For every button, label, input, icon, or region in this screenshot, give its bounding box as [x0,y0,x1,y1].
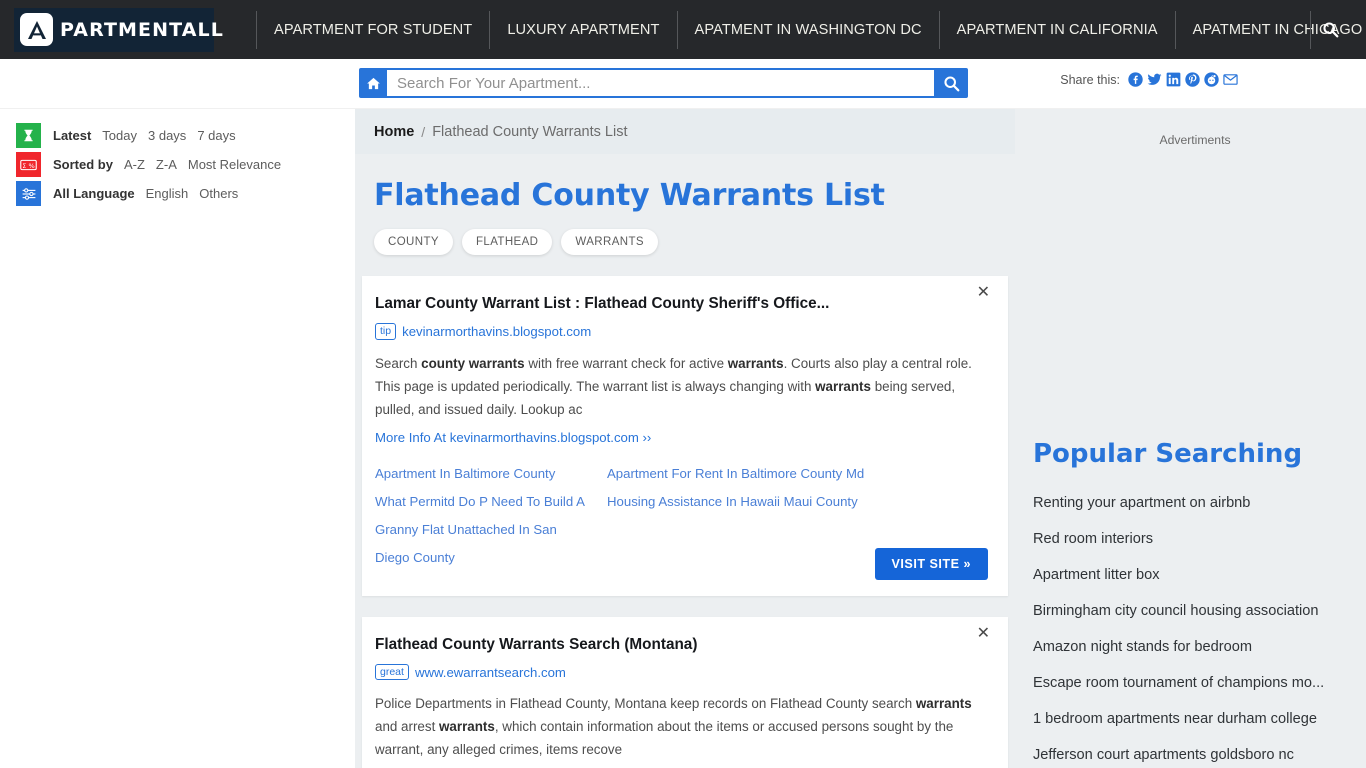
main-content-column: Home / Flathead County Warrants List Fla… [355,109,1015,768]
share-widget: Share this: [1060,72,1238,87]
filter-row-language: All Language English Others [0,179,355,208]
logo-mark-icon [20,13,53,46]
home-icon [366,77,380,89]
result-badge: tip [375,323,397,340]
popular-item[interactable]: Red room interiors [1033,521,1363,557]
filter-option-today[interactable]: Today [102,128,137,143]
popular-searching-list: Renting your apartment on airbnb Red roo… [1024,469,1366,768]
popular-item[interactable]: Renting your apartment on airbnb [1033,485,1363,521]
tag-list: COUNTY FLATHEAD WARRANTS [355,213,1015,255]
popular-item[interactable]: Birmingham city council housing associat… [1033,593,1363,629]
more-info-link[interactable]: More Info At kevinarmorthavins.blogspot.… [375,430,988,445]
tag-warrants[interactable]: WARRANTS [561,229,658,255]
filter-label-language: All Language [53,186,135,201]
result-title[interactable]: Flathead County Warrants Search (Montana… [375,635,988,654]
result-title[interactable]: Lamar County Warrant List : Flathead Cou… [375,294,988,313]
primary-nav-list: APARTMENT FOR STUDENT LUXURY APARTMENT A… [256,10,1366,49]
result-snippet: Police Departments in Flathead County, M… [375,692,988,762]
site-logo[interactable]: PARTMENTALL [14,7,223,52]
letter-a-icon [27,20,46,39]
filter-options-sorted-by: Sorted by A-Z Z-A Most Relevance [53,157,281,172]
sort-percent-icon: Σ % [16,152,41,177]
visit-site-button[interactable]: VISIT SITE » [874,547,988,580]
related-link[interactable]: Apartment For Rent In Baltimore County M… [607,460,988,488]
nav-item-washington-dc[interactable]: APATMENT IN WASHINGTON DC [676,10,939,49]
nav-item-apartment-for-student[interactable]: APARTMENT FOR STUDENT [256,10,489,49]
logo-text: PARTMENTALL [60,18,224,41]
breadcrumb-home-link[interactable]: Home [374,124,414,140]
search-input[interactable] [387,68,934,98]
facebook-icon[interactable] [1128,72,1143,87]
result-card: ✕ Flathead County Warrants Search (Monta… [362,616,1008,768]
filter-options-latest: Latest Today 3 days 7 days [53,128,236,143]
search-submit-button[interactable] [934,68,968,98]
popular-item[interactable]: Jefferson court apartments goldsboro nc [1033,737,1363,768]
result-snippet: Search county warrants with free warrant… [375,352,988,421]
filter-label-latest: Latest [53,128,92,143]
result-url-row: tip kevinarmorthavins.blogspot.com [375,323,988,340]
right-sidebar: Advertiments Popular Searching Renting y… [1015,109,1366,768]
result-url[interactable]: kevinarmorthavins.blogspot.com [402,324,591,339]
breadcrumb: Home / Flathead County Warrants List [355,109,1015,154]
svg-text:Σ: Σ [22,163,26,170]
hourglass-icon [16,123,41,148]
filter-row-sorted-by: Σ % Sorted by A-Z Z-A Most Relevance [0,150,355,179]
filter-option-3-days[interactable]: 3 days [148,128,186,143]
popular-item[interactable]: Amazon night stands for bedroom [1033,629,1363,665]
popular-searching-title: Popular Searching [1033,439,1303,469]
email-icon[interactable] [1223,72,1238,87]
filter-option-z-a[interactable]: Z-A [156,157,177,172]
share-label: Share this: [1060,72,1120,87]
filter-option-others[interactable]: Others [199,186,238,201]
filter-label-sorted-by: Sorted by [53,157,113,172]
related-link[interactable]: What Permitd Do P Need To Build A Granny… [375,488,607,572]
nav-item-luxury-apartment[interactable]: LUXURY APARTMENT [489,10,676,49]
search-icon [943,75,959,91]
pinterest-icon[interactable] [1185,72,1200,87]
result-url[interactable]: www.ewarrantsearch.com [415,665,566,680]
ad-slot [1024,147,1366,397]
tag-flathead[interactable]: FLATHEAD [461,229,553,255]
related-link[interactable]: Apartment In Baltimore County [375,460,607,488]
sliders-icon [16,181,41,206]
filter-option-most-relevance[interactable]: Most Relevance [188,157,281,172]
filter-option-a-z[interactable]: A-Z [124,157,145,172]
nav-search-toggle[interactable] [1310,10,1350,49]
page-body: Latest Today 3 days 7 days Σ % Sorted by… [0,109,1366,768]
page-title: Flathead County Warrants List [374,178,885,213]
search-icon [1323,22,1339,38]
filter-options-language: All Language English Others [53,186,238,201]
home-button[interactable] [359,68,387,98]
filter-option-7-days[interactable]: 7 days [197,128,235,143]
reddit-icon[interactable] [1204,72,1219,87]
filter-sidebar: Latest Today 3 days 7 days Σ % Sorted by… [0,109,355,768]
result-card: ✕ Lamar County Warrant List : Flathead C… [362,276,1008,596]
search-group [359,68,968,98]
top-navigation-bar: PARTMENTALL APARTMENT FOR STUDENT LUXURY… [0,0,1366,59]
breadcrumb-current: Flathead County Warrants List [432,123,628,140]
linkedin-icon[interactable] [1166,72,1181,87]
popular-item[interactable]: Escape room tournament of champions mo..… [1033,665,1363,701]
close-icon[interactable]: ✕ [977,284,990,300]
result-badge: great [375,663,409,681]
popular-item[interactable]: 1 bedroom apartments near durham college [1033,701,1363,737]
svg-text:%: % [29,162,35,170]
twitter-icon[interactable] [1147,72,1162,87]
filter-option-english[interactable]: English [146,186,189,201]
breadcrumb-separator: / [421,123,426,140]
nav-item-california[interactable]: APARTMENT IN CALIFORNIA [938,10,1175,49]
tag-county[interactable]: COUNTY [374,229,453,255]
ads-label: Advertiments [1159,133,1231,147]
filter-row-latest: Latest Today 3 days 7 days [0,121,355,150]
close-icon[interactable]: ✕ [977,624,990,641]
popular-item[interactable]: Apartment litter box [1033,557,1363,593]
result-url-row: great www.ewarrantsearch.com [375,663,988,681]
